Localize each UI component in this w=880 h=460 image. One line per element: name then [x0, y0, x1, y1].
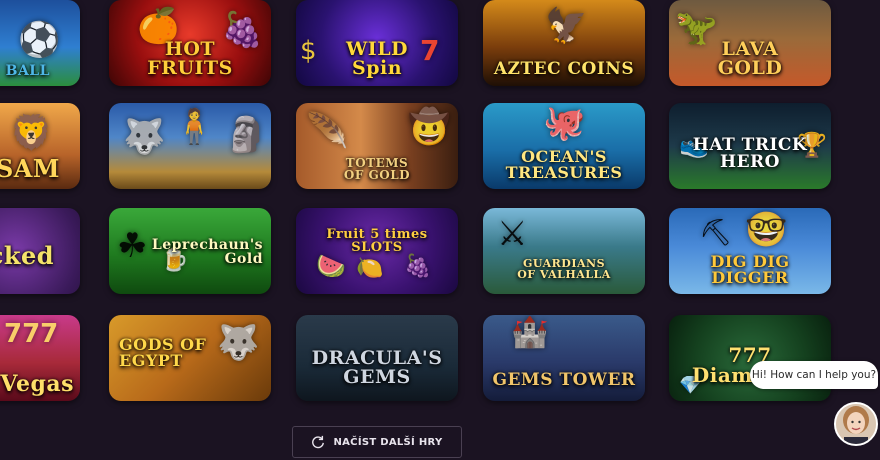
pickaxe-icon: ⛏: [699, 218, 733, 248]
game-tile-egypt-adventure[interactable]: 🐺 🧍 🗿: [109, 103, 271, 189]
load-more-label: NAČÍST DALŠÍ HRY: [333, 436, 443, 448]
game-tile-sam[interactable]: 🦁 SAM: [0, 103, 80, 189]
game-title: Vegas: [0, 371, 74, 397]
game-title: TOTEMS OF GOLD: [343, 156, 411, 182]
chat-greeting-bubble[interactable]: Hi! How can I help you?: [750, 361, 878, 389]
game-tile-football[interactable]: ⚽ BALL: [0, 0, 80, 86]
chat-agent-avatar[interactable]: [834, 402, 878, 446]
viking-icon: ⚔: [497, 214, 528, 254]
game-tile-fruit-5-times-slots[interactable]: 🍉 🍋 🍇 Fruit 5 times SLOTS: [296, 208, 458, 294]
sevens-icon: 777: [4, 319, 59, 349]
game-title: GEMS TOWER: [492, 370, 636, 390]
game-title: WILD Spin: [345, 38, 409, 79]
game-title: Leprechaun's Gold: [151, 237, 263, 267]
lemon-icon: 🍋: [356, 256, 384, 281]
anubis-icon: 🐺: [123, 117, 166, 157]
game-tile-hat-trick-hero[interactable]: 👟 🏆 HAT TRICK HERO: [669, 103, 831, 189]
game-title: SAM: [0, 154, 60, 183]
game-title: GODS OF EGYPT: [119, 335, 207, 370]
game-tile-dig-dig-digger[interactable]: 🤓 ⛏ DIG DIG DIGGER: [669, 208, 831, 294]
game-title: GUARDIANS OF VALHALLA: [517, 257, 611, 281]
game-tile-wild-spin[interactable]: $ 7 WILD Spin: [296, 0, 458, 86]
pharaoh-icon: 🗿: [225, 115, 268, 155]
tower-icon: 🏰: [511, 315, 549, 350]
game-tile-aztec-coins[interactable]: 🦅 AZTEC COINS: [483, 0, 645, 86]
game-tile-oceans-treasures[interactable]: 🐙 OCEAN'S TREASURES: [483, 103, 645, 189]
game-tile-gems-tower[interactable]: 🏰 GEMS TOWER: [483, 315, 645, 401]
aztec-warrior-icon: 🦅: [545, 6, 588, 46]
game-tile-wicked[interactable]: cked: [0, 208, 80, 294]
octopus-icon: 🐙: [543, 103, 586, 143]
game-tile-hot-fruits[interactable]: 🍊 🍇 HOT FRUITS: [109, 0, 271, 86]
football-icon: ⚽: [18, 20, 61, 60]
game-title: HAT TRICK HERO: [692, 135, 808, 172]
agent-face-icon: [836, 404, 876, 444]
game-title: OCEAN'S TREASURES: [505, 147, 623, 182]
game-title: HOT FRUITS: [147, 38, 233, 79]
refresh-icon: [312, 435, 325, 449]
game-title: BALL: [5, 63, 50, 79]
grapes-icon: 🍇: [404, 254, 432, 279]
game-tile-gods-of-egypt[interactable]: 🐺 GODS OF EGYPT: [109, 315, 271, 401]
game-tile-guardians-of-valhalla[interactable]: ⚔ GUARDIANS OF VALHALLA: [483, 208, 645, 294]
watermelon-icon: 🍉: [316, 252, 346, 280]
game-title: Fruit 5 times SLOTS: [326, 227, 428, 255]
game-title: cked: [0, 241, 54, 270]
game-title: LAVA GOLD: [717, 38, 783, 79]
lion-icon: 🦁: [10, 113, 53, 153]
game-title: DRACULA'S GEMS: [311, 347, 443, 388]
chief-icon: 🪶: [306, 111, 349, 151]
game-tile-vegas[interactable]: 777 Vegas: [0, 315, 80, 401]
digger-character-icon: 🤓: [745, 210, 788, 250]
game-title: AZTEC COINS: [493, 59, 635, 79]
game-title: DIG DIG DIGGER: [710, 252, 790, 287]
game-grid: ⚽ BALL 🍊 🍇 HOT FRUITS $ 7 WILD Spin 🦅 AZ…: [0, 0, 880, 420]
load-more-games-button[interactable]: NAČÍST DALŠÍ HRY: [292, 426, 462, 458]
game-tile-lava-gold[interactable]: 🦖 LAVA GOLD: [669, 0, 831, 86]
cowboy-icon: 🤠: [408, 107, 451, 147]
game-tile-draculas-gems[interactable]: DRACULA'S GEMS: [296, 315, 458, 401]
explorer-icon: 🧍: [173, 107, 216, 147]
game-tile-totems-of-gold[interactable]: 🪶 🤠 TOTEMS OF GOLD: [296, 103, 458, 189]
chat-greeting-text: Hi! How can I help you?: [751, 369, 877, 381]
game-tile-leprechauns-gold[interactable]: ☘ 🍺 Leprechaun's Gold: [109, 208, 271, 294]
